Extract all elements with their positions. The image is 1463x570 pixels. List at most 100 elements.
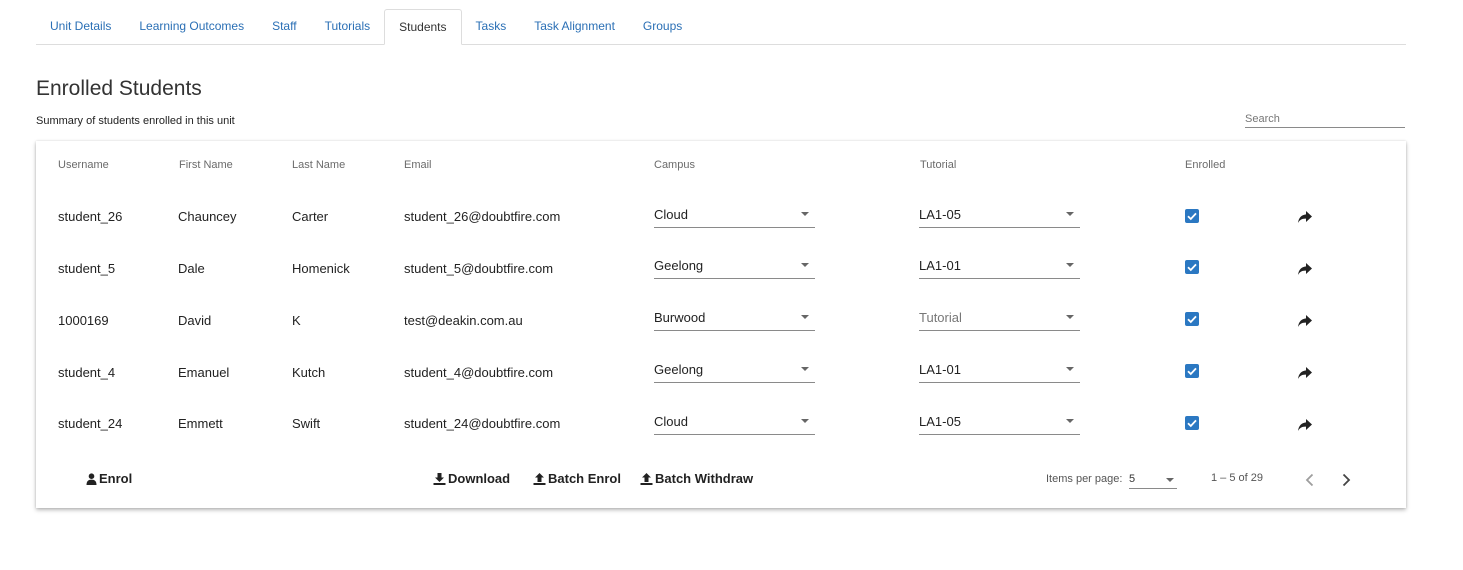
cell-email: student_5@doubtfire.com	[404, 261, 554, 276]
page-size-value: 5	[1129, 473, 1136, 485]
cell-last-name: Homenick	[292, 261, 350, 276]
enrolled-checkbox[interactable]	[1185, 416, 1199, 430]
dropdown-arrow-icon	[1066, 419, 1074, 423]
campus-select-value: Cloud	[654, 414, 688, 429]
campus-select[interactable]: Geelong	[654, 362, 815, 383]
campus-select[interactable]: Cloud	[654, 207, 815, 228]
tutorial-select[interactable]: LA1-05	[919, 207, 1080, 228]
campus-select-value: Geelong	[654, 258, 704, 273]
tab-tutorials[interactable]: Tutorials	[311, 9, 385, 43]
download-button-label: Download	[448, 471, 511, 486]
dropdown-arrow-icon	[1066, 367, 1074, 371]
tab-tasks[interactable]: Tasks	[462, 9, 521, 43]
cell-last-name: Swift	[292, 416, 321, 431]
dropdown-arrow-icon	[1066, 263, 1074, 267]
cell-username: student_4	[58, 365, 116, 380]
header-email[interactable]: Email	[404, 159, 432, 171]
enrolled-checkbox[interactable]	[1185, 364, 1199, 378]
enrol-button[interactable]: Enrol	[86, 471, 132, 486]
page-size-select[interactable]: 5	[1129, 471, 1177, 489]
tab-learning-outcomes[interactable]: Learning Outcomes	[125, 9, 258, 43]
header-tutorial[interactable]: Tutorial	[920, 159, 956, 171]
tab-unit-details[interactable]: Unit Details	[36, 9, 125, 43]
cell-last-name: K	[292, 313, 301, 328]
batch-enrol-button[interactable]: Batch Enrol	[533, 471, 621, 486]
cell-last-name: Kutch	[292, 365, 326, 380]
download-button[interactable]: Download	[433, 471, 510, 486]
batch-enrol-button-label: Batch Enrol	[548, 471, 621, 486]
user-icon	[86, 472, 97, 485]
download-icon	[433, 472, 446, 485]
cell-first-name: Emanuel	[178, 365, 230, 380]
search-field[interactable]	[1245, 109, 1405, 128]
chevron-right-icon[interactable]	[1339, 472, 1353, 488]
enrol-button-label: Enrol	[99, 471, 133, 486]
dropdown-arrow-icon	[801, 212, 809, 216]
tutorial-select-placeholder: Tutorial	[919, 310, 962, 325]
search-input[interactable]	[1245, 113, 1405, 125]
campus-select-value: Cloud	[654, 207, 688, 222]
header-enrolled[interactable]: Enrolled	[1185, 159, 1225, 171]
tutorial-select[interactable]: Tutorial	[919, 310, 1080, 331]
upload-icon	[640, 472, 653, 485]
tutorial-select-value: LA1-05	[919, 207, 961, 222]
cell-email: student_26@doubtfire.com	[404, 209, 561, 224]
cell-username: student_5	[58, 261, 116, 276]
enrolled-checkbox[interactable]	[1185, 209, 1199, 223]
tab-groups[interactable]: Groups	[629, 9, 696, 43]
enrolled-checkbox[interactable]	[1185, 260, 1199, 274]
header-last-name[interactable]: Last Name	[292, 159, 345, 171]
batch-withdraw-button[interactable]: Batch Withdraw	[640, 471, 753, 486]
campus-select[interactable]: Geelong	[654, 258, 815, 279]
campus-select-value: Geelong	[654, 362, 704, 377]
cell-first-name: David	[178, 313, 212, 328]
header-first-name[interactable]: First Name	[179, 159, 233, 171]
enrolled-checkbox[interactable]	[1185, 312, 1199, 326]
dropdown-arrow-icon	[801, 263, 809, 267]
campus-select[interactable]: Cloud	[654, 414, 815, 435]
upload-icon	[533, 472, 546, 485]
share-icon[interactable]	[1297, 418, 1313, 432]
items-per-page-label: Items per page:	[1046, 473, 1123, 485]
tutorial-select-value: LA1-01	[919, 362, 961, 377]
cell-last-name: Carter	[292, 209, 329, 224]
dropdown-arrow-icon	[801, 315, 809, 319]
campus-select-value: Burwood	[654, 310, 706, 325]
tutorial-select-value: LA1-05	[919, 414, 961, 429]
cell-first-name: Dale	[178, 261, 205, 276]
check-icon	[1187, 315, 1197, 324]
cell-first-name: Chauncey	[178, 209, 237, 224]
cell-username: 1000169	[58, 313, 109, 328]
share-icon[interactable]	[1297, 314, 1313, 328]
tab-bar: Unit Details Learning Outcomes Staff Tut…	[36, 9, 1406, 45]
tab-task-alignment[interactable]: Task Alignment	[520, 9, 629, 43]
tutorial-select[interactable]: LA1-01	[919, 362, 1080, 383]
dropdown-arrow-icon	[1066, 212, 1074, 216]
tab-staff[interactable]: Staff	[258, 9, 310, 43]
header-username[interactable]: Username	[58, 159, 109, 171]
cell-email: test@deakin.com.au	[404, 313, 523, 328]
campus-select[interactable]: Burwood	[654, 310, 815, 331]
cell-username: student_26	[58, 209, 123, 224]
chevron-left-icon[interactable]	[1303, 472, 1317, 488]
tutorial-select[interactable]: LA1-05	[919, 414, 1080, 435]
tutorial-select[interactable]: LA1-01	[919, 258, 1080, 279]
share-icon[interactable]	[1297, 366, 1313, 380]
dropdown-arrow-icon	[1066, 315, 1074, 319]
check-icon	[1187, 419, 1197, 428]
cell-email: student_4@doubtfire.com	[404, 365, 554, 380]
share-icon[interactable]	[1297, 262, 1313, 276]
page-title: Enrolled Students	[36, 77, 202, 100]
check-icon	[1187, 367, 1197, 376]
cell-email: student_24@doubtfire.com	[404, 416, 561, 431]
check-icon	[1187, 212, 1197, 221]
cell-first-name: Emmett	[178, 416, 223, 431]
share-icon[interactable]	[1297, 210, 1313, 224]
dropdown-arrow-icon	[1166, 478, 1174, 482]
students-table-card: Username First Name Last Name Email Camp…	[36, 141, 1406, 508]
cell-username: student_24	[58, 416, 123, 431]
batch-withdraw-button-label: Batch Withdraw	[655, 471, 754, 486]
header-campus[interactable]: Campus	[654, 159, 695, 171]
check-icon	[1187, 263, 1197, 272]
tab-students[interactable]: Students	[384, 9, 462, 45]
